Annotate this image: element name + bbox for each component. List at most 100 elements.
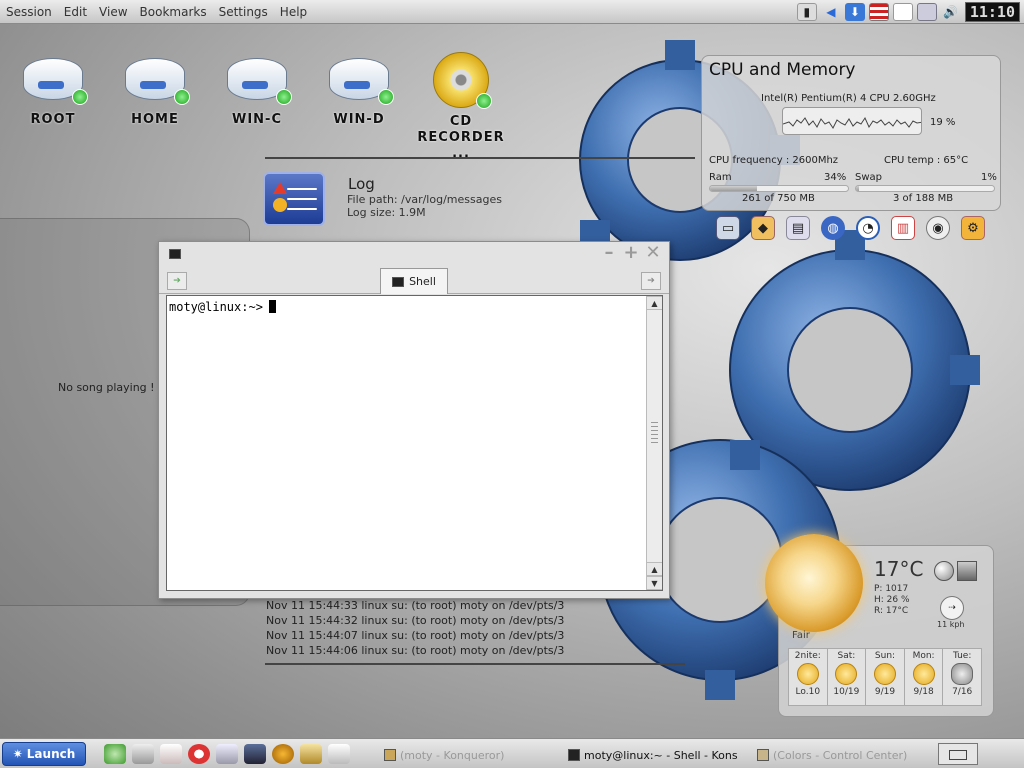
scroll-up-arrow-bottom[interactable]: ▲ [647,562,662,576]
disk-icon[interactable]: ▮ [796,3,817,21]
konsole-window[interactable]: – + ✕ ➔ Shell ➔ moty@linux:~> ▲ ▲ ▼ [158,241,670,599]
log-entries: Nov 11 15:44:33 linux su: (to root) moty… [266,598,564,658]
printer-icon[interactable] [916,3,937,21]
wind-icon: ⇢ [940,596,964,620]
desktop-icon-home[interactable]: HOME [105,58,205,128]
forecast-temps: 9/19 [874,687,896,697]
show-desktop-button[interactable] [938,743,978,765]
desktop-icon-root[interactable]: ROOT [3,58,103,128]
shell-prompt: moty@linux:~> [169,300,263,314]
sun-icon [912,663,935,685]
ram-label: Ram [709,172,732,183]
scroll-down-arrow[interactable]: ▼ [647,576,662,590]
bird-icon[interactable] [272,744,294,764]
forecast-temps: 7/16 [952,687,973,697]
shield-icon[interactable]: ⬇ [844,3,865,21]
terminal-output[interactable]: moty@linux:~> ▲ ▲ ▼ [166,295,663,591]
disc-icon[interactable]: ◉ [926,216,950,240]
mail-icon[interactable] [160,744,182,764]
harddisk-icon[interactable]: ▤ [786,216,810,240]
task-control-center[interactable]: (Colors - Control Center) [757,745,907,765]
task-konqueror[interactable]: (moty - Konqueror) [384,745,504,765]
sun-icon [873,663,896,685]
printer-icon[interactable] [132,744,154,764]
log-title: Log [348,175,375,193]
minimize-button[interactable]: – [601,244,617,262]
forecast-temps: 9/18 [913,687,934,697]
menu-session[interactable]: Session [0,5,58,19]
new-tab-button[interactable]: ➔ [167,272,187,290]
clock[interactable]: 11:10 [964,2,1020,22]
cpu-temp: CPU temp : 65°C [884,155,969,166]
tab-label: Shell [409,275,436,288]
log-file-path: File path: /var/log/messages [347,193,502,206]
forecast-day-name: Mon: [912,651,935,661]
clock-icon[interactable]: ◔ [856,216,880,240]
globe-icon[interactable]: ◍ [821,216,845,240]
log-size: Log size: 1.9M [347,206,426,219]
globe-icon[interactable] [934,561,954,581]
cpu-usage: 19 % [930,117,956,128]
terminal-line: moty@linux:~> [169,300,276,314]
forecast-day-name: Sun: [874,651,896,661]
menu-settings[interactable]: Settings [213,5,274,19]
ksysguard-icon[interactable] [244,744,266,764]
log-divider-top [265,157,695,159]
edit-icon[interactable] [328,744,350,764]
volume-icon[interactable]: 🔊 [941,3,961,21]
forecast-day-name: 2nite: [794,651,821,661]
kde-logo-icon: ✷ [12,747,23,761]
swap-label: Swap [855,172,883,183]
log-entry: Nov 11 15:44:06 linux su: (to root) moty… [266,644,565,657]
drive-icon [23,58,88,105]
us-flag-icon[interactable] [868,3,889,21]
network-icon[interactable]: ◆ [751,216,775,240]
config-icon[interactable]: ⚙ [961,216,985,240]
forecast-day-name: Sat: [837,651,856,661]
scrollbar[interactable]: ▲ ▲ ▼ [646,296,662,590]
scroll-up-arrow[interactable]: ▲ [647,296,662,310]
desktop-icon-win-d[interactable]: WIN-D [309,58,409,128]
clipboard-icon[interactable] [892,3,913,21]
file-icon[interactable] [300,744,322,764]
launch-button[interactable]: ✷ Launch [2,742,86,766]
window-titlebar[interactable]: – + ✕ [159,242,669,266]
log-icon [263,172,325,226]
document-icon[interactable]: ▥ [891,216,915,240]
desktop-icon-label: HOME [131,112,179,127]
menu-bookmarks[interactable]: Bookmarks [134,5,213,19]
maximize-button[interactable]: + [623,244,639,262]
system-tray: ▮ ◀ ⬇ 🔊 11:10 [796,2,1020,22]
ram-percent: 34% [824,172,847,183]
menu-edit[interactable]: Edit [58,5,93,19]
desktop-icon-cd-recorder[interactable]: CD RECORDER ... [411,52,511,162]
text-cursor [268,300,276,313]
search-icon[interactable] [104,744,126,764]
task-shell[interactable]: moty@linux:~ - Shell - Kons [568,745,738,765]
close-tab-button[interactable]: ➔ [641,272,661,290]
scroll-grip[interactable] [651,422,658,444]
log-entry: Nov 11 15:44:07 linux su: (to root) moty… [266,629,565,642]
weather-map-icon[interactable] [957,561,977,581]
help-icon[interactable] [188,744,210,764]
menu-help[interactable]: Help [274,5,313,19]
forecast-day: Mon: 9/18 [904,649,943,705]
forecast-day: Sun: 9/19 [866,649,904,705]
humidity: H: 26 % [874,595,910,605]
forecast-temps: 10/19 [833,687,860,697]
tools-icon[interactable] [216,744,238,764]
monitor-icon[interactable]: ▭ [716,216,740,240]
task-label: moty@linux:~ - Shell - Kons [584,748,738,762]
close-button[interactable]: ✕ [645,244,661,262]
arrow-icon[interactable]: ◀ [821,3,841,21]
sun-icon [835,663,858,685]
desktop-icon-win-c[interactable]: WIN-C [207,58,307,128]
menu-view[interactable]: View [93,5,133,19]
tab-shell[interactable]: Shell [380,268,448,294]
cd-icon [433,52,492,109]
pressure: P: 1017 [874,584,909,594]
control-center-icon [757,749,769,761]
top-menubar: Session Edit View Bookmarks Settings Hel… [0,0,1024,24]
real-feel: R: 17°C [874,606,909,616]
song-status: No song playing ! [58,381,155,394]
